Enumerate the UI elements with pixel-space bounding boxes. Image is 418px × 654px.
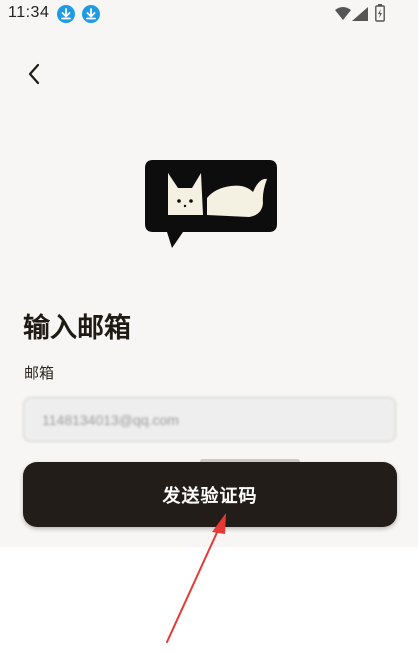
email-label: 邮箱	[24, 364, 55, 382]
battery-icon	[375, 4, 385, 26]
send-code-button[interactable]: 发送验证码	[23, 462, 397, 527]
cat-fox-logo-icon	[145, 160, 277, 248]
status-bar: 11:34	[0, 0, 418, 28]
app-screen: 11:34 输入邮箱 邮箱 1148134013@qq.com 发送验证码	[0, 0, 418, 547]
back-button[interactable]	[18, 58, 50, 90]
signal-icon	[352, 6, 368, 25]
app-logo	[145, 160, 277, 254]
email-input[interactable]	[23, 397, 396, 442]
status-time: 11:34	[8, 4, 50, 21]
wifi-icon	[335, 6, 351, 25]
download-icon	[82, 5, 100, 23]
chevron-left-icon	[28, 63, 40, 85]
download-icon	[57, 5, 75, 23]
page-title: 输入邮箱	[23, 313, 131, 344]
